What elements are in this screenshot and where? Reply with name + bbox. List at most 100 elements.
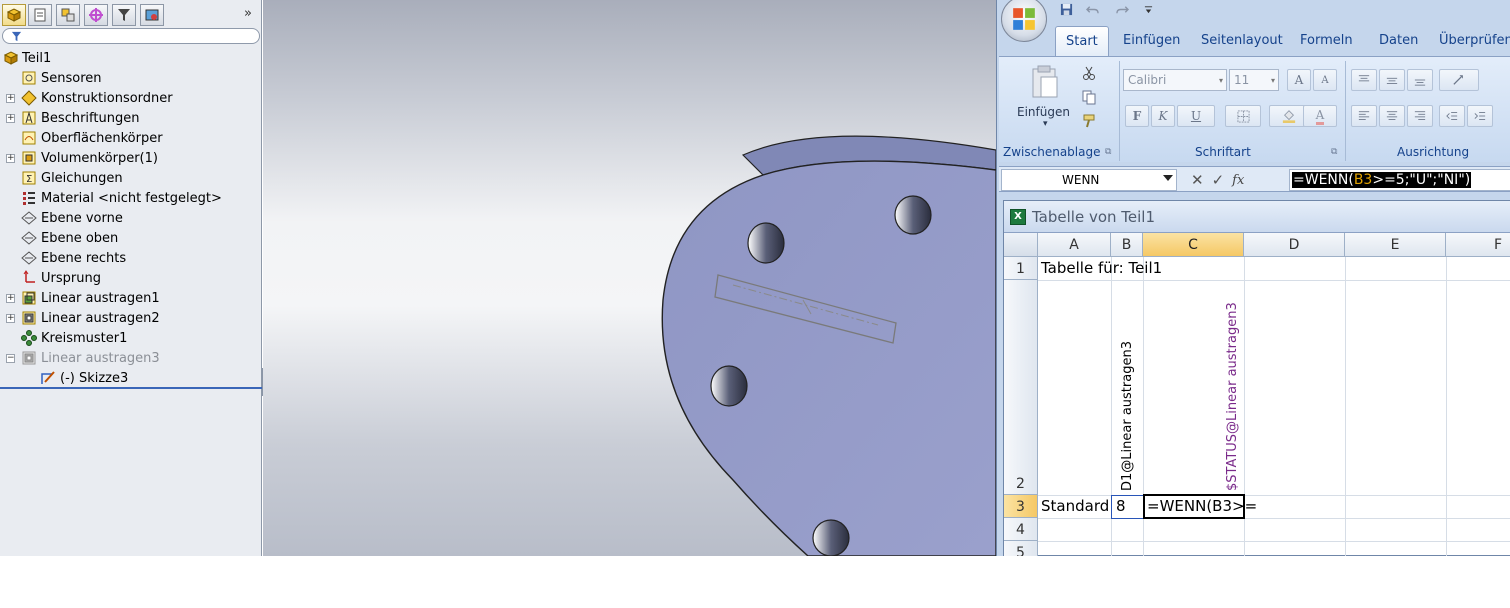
tree-item-extrude2[interactable]: + Linear austragen2 — [0, 308, 262, 328]
align-center-button[interactable] — [1379, 105, 1405, 127]
tree-item-sketch3[interactable]: (-) Skizze3 — [0, 368, 262, 388]
rollback-bar[interactable] — [0, 387, 262, 389]
display-manager-tab[interactable] — [140, 4, 164, 26]
cancel-formula-icon[interactable]: ✕ — [1191, 171, 1204, 189]
cell-c3-editor[interactable]: =WENN(B3>= — [1147, 497, 1257, 515]
row-header-1[interactable]: 1 — [1004, 257, 1038, 280]
office-button[interactable] — [1001, 0, 1047, 42]
expand-icon[interactable]: + — [6, 294, 15, 303]
align-top-button[interactable] — [1351, 69, 1377, 91]
tree-item-part[interactable]: Teil1 — [0, 48, 262, 68]
tab-formeln[interactable]: Formeln — [1300, 26, 1353, 56]
align-right-button[interactable] — [1407, 105, 1433, 127]
align-bottom-button[interactable] — [1407, 69, 1433, 91]
worksheet-grid[interactable]: A B C D E F 1 2 3 4 5 Tabelle für: Teil1… — [1004, 233, 1510, 556]
column-header-c[interactable]: C — [1143, 233, 1244, 257]
italic-button[interactable]: K — [1151, 105, 1175, 127]
tree-item-label: Ebene vorne — [41, 210, 123, 226]
align-left-button[interactable] — [1351, 105, 1377, 127]
cell-b3[interactable]: 8 — [1116, 497, 1126, 515]
dimxpert-tab[interactable] — [84, 4, 108, 26]
bold-button[interactable]: F — [1125, 105, 1149, 127]
name-box[interactable]: WENN — [1001, 169, 1177, 191]
cell-b2[interactable]: D1@Linear austragen3 — [1120, 341, 1135, 491]
format-painter-icon[interactable] — [1081, 113, 1097, 129]
cell-a3[interactable]: Standard — [1041, 497, 1109, 515]
border-button[interactable] — [1225, 105, 1261, 127]
tab-seitenlayout[interactable]: Seitenlayout — [1201, 26, 1283, 56]
tree-item-equations[interactable]: Σ Gleichungen — [0, 168, 262, 188]
column-header-f[interactable]: F — [1446, 233, 1510, 257]
tab-ueberpruefen[interactable]: Überprüfen — [1439, 26, 1510, 56]
dialog-launcher-icon[interactable]: ⧉ — [1105, 147, 1111, 157]
tree-item-sensors[interactable]: Sensoren — [0, 68, 262, 88]
undo-icon[interactable] — [1077, 1, 1107, 17]
tree-item-label: Sensoren — [41, 70, 102, 86]
select-all-button[interactable] — [1004, 233, 1038, 257]
row-header-2[interactable]: 2 — [1004, 280, 1038, 495]
active-cell-c3[interactable]: =WENN(B3>= — [1143, 494, 1257, 519]
expand-icon[interactable]: + — [6, 94, 15, 103]
tree-item-extrude3[interactable]: − Linear austragen3 — [0, 348, 262, 368]
align-middle-button[interactable] — [1379, 69, 1405, 91]
worksheet-title-bar[interactable]: X Tabelle von Teil1 — [1004, 201, 1510, 233]
tree-item-circular-pattern[interactable]: Kreismuster1 — [0, 328, 262, 348]
tree-item-material[interactable]: Material <nicht festgelegt> — [0, 188, 262, 208]
row-header-4[interactable]: 4 — [1004, 518, 1038, 541]
row-header-5[interactable]: 5 — [1004, 541, 1038, 556]
cell-c2[interactable]: $STATUS@Linear austragen3 — [1225, 302, 1240, 491]
expand-icon[interactable]: + — [6, 114, 15, 123]
hole — [747, 222, 785, 264]
font-color-button[interactable]: A — [1303, 105, 1337, 127]
tab-daten[interactable]: Daten — [1379, 26, 1418, 56]
formula-input[interactable]: =WENN(B3>=5;"U";"NI") — [1289, 169, 1510, 191]
expand-icon[interactable]: + — [6, 314, 15, 323]
column-header-a[interactable]: A — [1038, 233, 1111, 257]
dimxpert-icon — [89, 8, 103, 22]
row-number: 5 — [1016, 545, 1025, 556]
save-icon[interactable] — [1055, 1, 1077, 17]
column-header-e[interactable]: E — [1345, 233, 1446, 257]
paste-button[interactable]: Einfügen — [1017, 105, 1070, 119]
expand-icon[interactable]: + — [6, 154, 15, 163]
configuration-manager-tab[interactable] — [56, 4, 80, 26]
tree-item-surface-bodies[interactable]: Oberflächenkörper — [0, 128, 262, 148]
more-tabs-button[interactable]: » — [244, 6, 252, 21]
tree-item-solid-bodies[interactable]: + Volumenkörper(1) — [0, 148, 262, 168]
row-header-3[interactable]: 3 — [1004, 495, 1038, 518]
font-name-combo[interactable]: Calibri — [1123, 69, 1227, 91]
tab-einfuegen[interactable]: Einfügen — [1123, 26, 1180, 56]
property-manager-tab[interactable] — [28, 4, 52, 26]
name-box-dropdown-icon[interactable] — [1163, 175, 1173, 181]
increase-indent-button[interactable] — [1467, 105, 1493, 127]
tree-filter-input[interactable] — [2, 28, 260, 44]
tree-item-top-plane[interactable]: Ebene oben — [0, 228, 262, 248]
graphics-area[interactable] — [263, 0, 996, 556]
copy-icon[interactable] — [1081, 89, 1097, 105]
enter-formula-icon[interactable]: ✓ — [1212, 171, 1225, 189]
tree-item-extrude1[interactable]: + Linear austragen1 — [0, 288, 262, 308]
tree-item-front-plane[interactable]: Ebene vorne — [0, 208, 262, 228]
tree-item-annotations[interactable]: + Beschriftungen — [0, 108, 262, 128]
feature-tree-tab[interactable] — [2, 4, 26, 26]
column-header-d[interactable]: D — [1244, 233, 1345, 257]
column-header-b[interactable]: B — [1111, 233, 1143, 257]
tree-item-origin[interactable]: Ursprung — [0, 268, 262, 288]
shrink-font-button[interactable]: A — [1313, 69, 1337, 91]
paste-dropdown-icon[interactable]: ▾ — [1043, 119, 1048, 129]
orientation-button[interactable] — [1439, 69, 1479, 91]
customize-toolbar-icon[interactable] — [1137, 1, 1159, 17]
redo-icon[interactable] — [1107, 1, 1137, 17]
cut-icon[interactable] — [1081, 65, 1097, 81]
insert-function-icon[interactable]: fx — [1232, 173, 1244, 188]
grow-font-button[interactable]: A — [1287, 69, 1311, 91]
tree-item-design-binder[interactable]: + Konstruktionsordner — [0, 88, 262, 108]
underline-button[interactable]: U — [1177, 105, 1215, 127]
cell-a1[interactable]: Tabelle für: Teil1 — [1041, 259, 1162, 277]
tree-item-right-plane[interactable]: Ebene rechts — [0, 248, 262, 268]
dialog-launcher-icon[interactable]: ⧉ — [1331, 147, 1337, 157]
decrease-indent-button[interactable] — [1439, 105, 1465, 127]
tab-start[interactable]: Start — [1055, 26, 1109, 56]
collapse-icon[interactable]: − — [6, 354, 15, 363]
filter-tab[interactable] — [112, 4, 136, 26]
